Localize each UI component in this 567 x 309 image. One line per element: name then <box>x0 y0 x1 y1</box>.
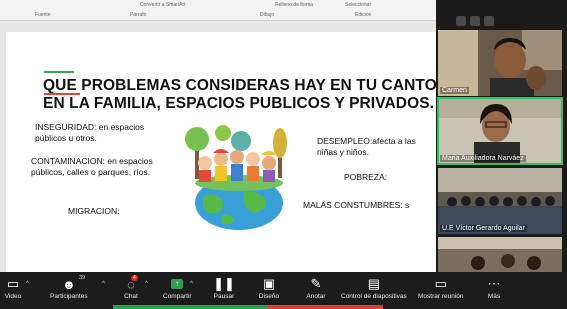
item-malas-costumbres: MALAS CONSTUMBRES: s <box>303 200 410 210</box>
share-screen-icon: ↑ <box>166 275 188 293</box>
item-desempleo: DESEMPLEO:afecta a las niñas y niños. <box>317 136 416 157</box>
pause-share-button[interactable]: ❚❚ Pausar <box>213 275 235 300</box>
slide-control-button[interactable]: ▤ Control de diapositivas <box>341 275 407 300</box>
chevron-up-icon[interactable]: ^ <box>102 281 105 287</box>
view-controls <box>436 14 567 28</box>
item-migracion: MIGRACION: <box>68 206 120 216</box>
video-button[interactable]: ▭ Video <box>2 275 24 300</box>
share-label: Compartir <box>163 293 192 300</box>
ribbon-group-drawing: Dibujo <box>260 12 275 18</box>
show-meeting-label: Mostrar reunión <box>418 293 464 300</box>
more-button[interactable]: ⋯ Más <box>483 275 505 300</box>
show-meeting-button[interactable]: ▭ Mostrar reunión <box>418 275 464 300</box>
participants-panel: Carmen Maria Auxiliadora Narváez U.E Víc… <box>436 0 567 272</box>
slide-control-icon: ▤ <box>367 276 381 291</box>
more-ellipsis-icon: ⋯ <box>487 276 501 291</box>
participants-label: Participantes <box>50 293 88 300</box>
sharing-indicator-bar <box>113 305 268 309</box>
meeting-window-icon: ▭ <box>434 276 447 291</box>
participant-name: Carmen <box>440 87 469 94</box>
participant-tile[interactable] <box>438 237 562 272</box>
gallery-view-icon[interactable] <box>470 16 480 26</box>
ribbon-group-font: Fuente <box>35 12 51 18</box>
stop-share-indicator-bar <box>268 305 383 309</box>
zoom-toolbar: ▭ Video ^ ☻ Participantes 39 ^ ◌ Chat 4 … <box>0 272 567 309</box>
video-camera-icon: ▭ <box>6 276 20 291</box>
ribbon-select[interactable]: Seleccionar <box>345 2 371 8</box>
chevron-up-icon[interactable]: ^ <box>145 281 148 287</box>
design-icon: ▣ <box>262 276 276 291</box>
grid-view-icon[interactable] <box>484 16 494 26</box>
slide-control-label: Control de diapositivas <box>341 293 407 300</box>
pause-label: Pausar <box>213 293 235 300</box>
more-label: Más <box>487 293 501 300</box>
chevron-up-icon[interactable]: ^ <box>190 281 193 287</box>
ribbon-group-editing: Edición <box>355 12 372 18</box>
design-label: Diseño <box>258 293 280 300</box>
kids-earth-illustration <box>185 125 287 230</box>
item-pobreza: POBREZA: <box>344 172 387 182</box>
slide-title-line-1: QUE PROBLEMAS CONSIDERAS HAY EN TU CANTO… <box>43 77 453 94</box>
screen: Convertir a SmartArt Relleno de forma Se… <box>0 0 567 309</box>
pencil-icon: ✎ <box>310 276 322 291</box>
speaker-view-icon[interactable] <box>456 16 466 26</box>
annotate-button[interactable]: ✎ Anotar <box>305 275 327 300</box>
item-contaminacion: CONTAMINACION: en espacios públicos, cal… <box>31 156 153 177</box>
participant-name: U.E Víctor Gerardo Aguilar <box>440 225 527 232</box>
participant-name: Maria Auxiliadora Narváez <box>440 155 526 162</box>
title-accent-green <box>44 71 74 73</box>
chat-unread-badge: 4 <box>131 275 138 281</box>
slide-title-line-2: EN LA FAMILIA, ESPACIOS PUBLICOS Y PRIVA… <box>43 95 435 112</box>
annotate-label: Anotar <box>306 293 326 300</box>
chat-label: Chat <box>124 293 138 300</box>
chevron-up-icon[interactable]: ^ <box>26 281 29 287</box>
ribbon-group-paragraph: Párrafo <box>130 12 147 18</box>
participant-video-4 <box>438 237 562 272</box>
ribbon-shape-fill[interactable]: Relleno de forma <box>275 2 313 8</box>
participant-tile-active[interactable]: Maria Auxiliadora Narváez <box>437 97 563 165</box>
powerpoint-ribbon: Convertir a SmartArt Relleno de forma Se… <box>0 0 436 21</box>
ribbon-smartart[interactable]: Convertir a SmartArt <box>140 2 186 8</box>
item-inseguridad: INSEGURIDAD: en espacios públicos u otro… <box>35 122 145 143</box>
video-label: Video <box>4 293 22 300</box>
pause-icon: ❚❚ <box>213 276 235 291</box>
participant-tile[interactable]: U.E Víctor Gerardo Aguilar <box>438 168 562 234</box>
share-button[interactable]: ↑ Compartir <box>163 275 192 300</box>
people-icon: ☻ <box>61 276 76 292</box>
design-button[interactable]: ▣ Diseño <box>258 275 280 300</box>
participant-tile[interactable]: Carmen <box>438 30 562 96</box>
participants-count: 39 <box>79 275 86 281</box>
